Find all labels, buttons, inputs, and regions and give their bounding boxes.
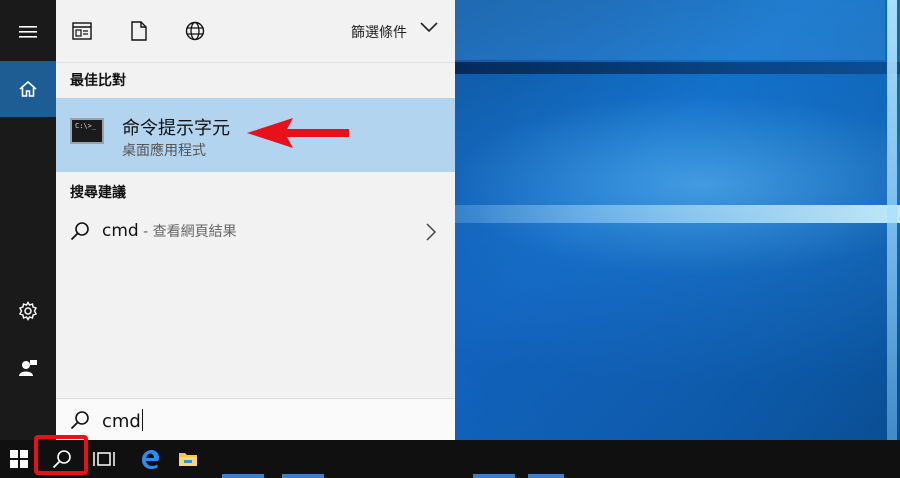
search-input-value[interactable]: cmd	[102, 411, 141, 432]
start-button[interactable]	[0, 440, 38, 478]
running-app-indicator	[282, 474, 324, 478]
suggestion-hint: - 查看網頁結果	[138, 224, 237, 240]
search-icon	[70, 411, 89, 430]
search-results-panel: 篩選條件 最佳比對 C:\>_ 命令提示字元 桌面應用程式 搜尋建議 cmd -…	[56, 0, 455, 441]
chevron-right-icon[interactable]	[425, 222, 437, 242]
file-explorer-icon	[179, 453, 197, 466]
user-feedback-icon	[19, 360, 37, 376]
search-icon	[70, 222, 89, 241]
menu-button[interactable]	[0, 4, 56, 60]
filter-web-button[interactable]	[181, 17, 209, 45]
best-match-header: 最佳比對	[70, 73, 126, 89]
settings-button[interactable]	[0, 283, 56, 339]
edge-icon	[142, 450, 159, 469]
windows-logo-wallpaper	[455, 0, 900, 440]
filters-dropdown-label[interactable]: 篩選條件	[351, 22, 407, 42]
filter-bar: 篩選條件	[56, 0, 455, 63]
suggestion-query: cmd	[102, 221, 139, 241]
text-caret	[141, 409, 143, 431]
search-highlight-box	[34, 435, 88, 475]
best-match-app-name: 命令提示字元	[122, 118, 230, 139]
gear-icon	[19, 301, 37, 321]
running-app-indicator	[473, 474, 515, 478]
documents-filter-icon	[72, 22, 92, 40]
suggestions-header: 搜尋建議	[70, 185, 126, 201]
web-filter-icon	[185, 21, 205, 41]
taskbar	[0, 440, 900, 478]
edge-button[interactable]	[132, 440, 168, 478]
chevron-down-icon[interactable]	[419, 20, 439, 34]
best-match-app-type: 桌面應用程式	[122, 143, 206, 159]
annotation-arrow	[247, 118, 349, 148]
feedback-button[interactable]	[0, 340, 56, 396]
file-filter-icon	[131, 21, 147, 41]
file-explorer-button[interactable]	[170, 440, 206, 478]
home-icon	[19, 80, 37, 97]
running-app-indicator	[222, 474, 264, 478]
task-view-icon	[93, 452, 115, 466]
suggestion-item[interactable]: cmd - 查看網頁結果	[56, 208, 455, 254]
filter-documents-button[interactable]	[68, 17, 96, 45]
task-view-button[interactable]	[86, 440, 122, 478]
command-prompt-icon: C:\>_	[70, 118, 104, 144]
command-prompt-icon-text: C:\>_	[75, 122, 97, 130]
search-box[interactable]: cmd	[56, 398, 455, 441]
home-button[interactable]	[0, 61, 56, 117]
start-left-rail	[0, 0, 56, 440]
hamburger-icon	[19, 26, 37, 38]
start-icon	[10, 450, 28, 468]
filter-file-button[interactable]	[125, 17, 153, 45]
running-app-indicator	[528, 474, 564, 478]
